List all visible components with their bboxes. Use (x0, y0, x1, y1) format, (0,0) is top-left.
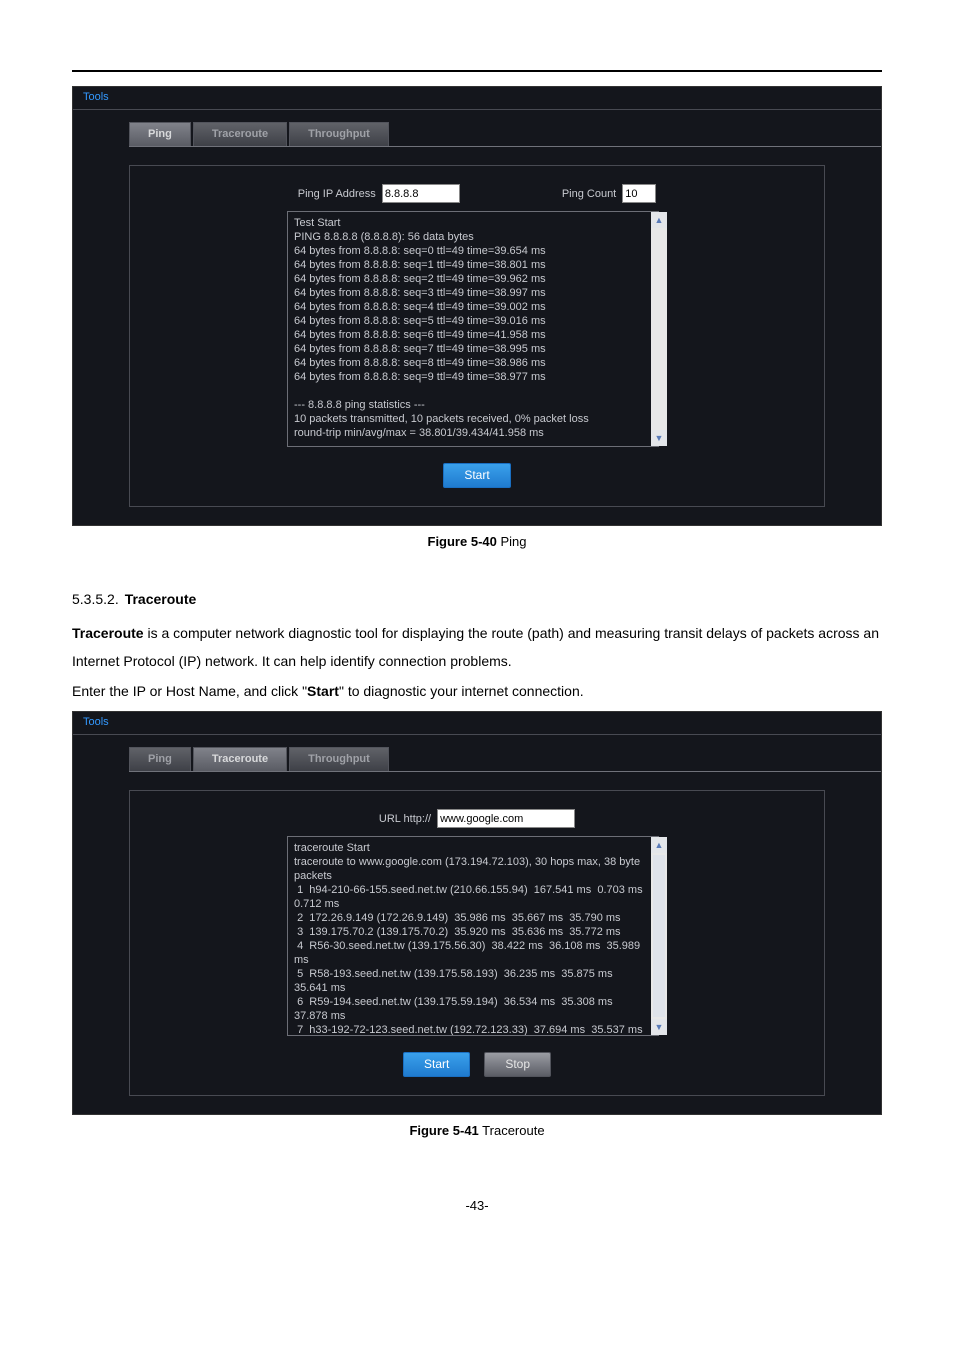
scroll-up-icon[interactable]: ▲ (651, 212, 667, 228)
panel-title: Tools (73, 87, 881, 110)
figure-caption-traceroute: Figure 5-41 Traceroute (72, 1123, 882, 1138)
tab-traceroute[interactable]: Traceroute (193, 122, 287, 146)
tab-traceroute-2[interactable]: Traceroute (193, 747, 287, 771)
ping-count-input[interactable] (622, 184, 656, 203)
section-title: Traceroute (125, 591, 197, 607)
scroll-up-icon-2[interactable]: ▲ (651, 837, 667, 853)
scrollbar[interactable]: ▲ ▼ (651, 212, 667, 446)
tab-throughput[interactable]: Throughput (289, 122, 389, 146)
ping-panel: Tools Ping Traceroute Throughput Ping IP… (72, 86, 882, 526)
section-number: 5.3.5.2. (72, 591, 119, 607)
figure-caption-ping: Figure 5-40 Ping (72, 534, 882, 549)
page-number: -43- (72, 1198, 882, 1213)
url-label: URL http:// (379, 813, 431, 825)
ping-ip-input[interactable] (382, 184, 460, 203)
paragraph-2: Enter the IP or Host Name, and click "St… (72, 677, 882, 705)
ping-ip-label: Ping IP Address (298, 188, 376, 200)
url-input[interactable] (437, 809, 575, 828)
paragraph-1: Traceroute is a computer network diagnos… (72, 619, 882, 675)
ping-count-label: Ping Count (562, 188, 616, 200)
ping-output: Test Start PING 8.8.8.8 (8.8.8.8): 56 da… (287, 211, 659, 447)
scroll-down-icon-2[interactable]: ▼ (651, 1019, 667, 1035)
traceroute-panel: Tools Ping Traceroute Throughput URL htt… (72, 711, 882, 1115)
traceroute-stop-button[interactable]: Stop (484, 1052, 551, 1077)
traceroute-start-button[interactable]: Start (403, 1052, 470, 1077)
tab-throughput-2[interactable]: Throughput (289, 747, 389, 771)
tab-ping-2[interactable]: Ping (129, 747, 191, 771)
traceroute-output: traceroute Start traceroute to www.googl… (287, 836, 659, 1036)
tab-ping[interactable]: Ping (129, 122, 191, 146)
panel-title-2: Tools (73, 712, 881, 735)
scrollbar-2[interactable]: ▲ ▼ (651, 837, 667, 1035)
scroll-down-icon[interactable]: ▼ (651, 430, 667, 446)
ping-start-button[interactable]: Start (443, 463, 510, 488)
